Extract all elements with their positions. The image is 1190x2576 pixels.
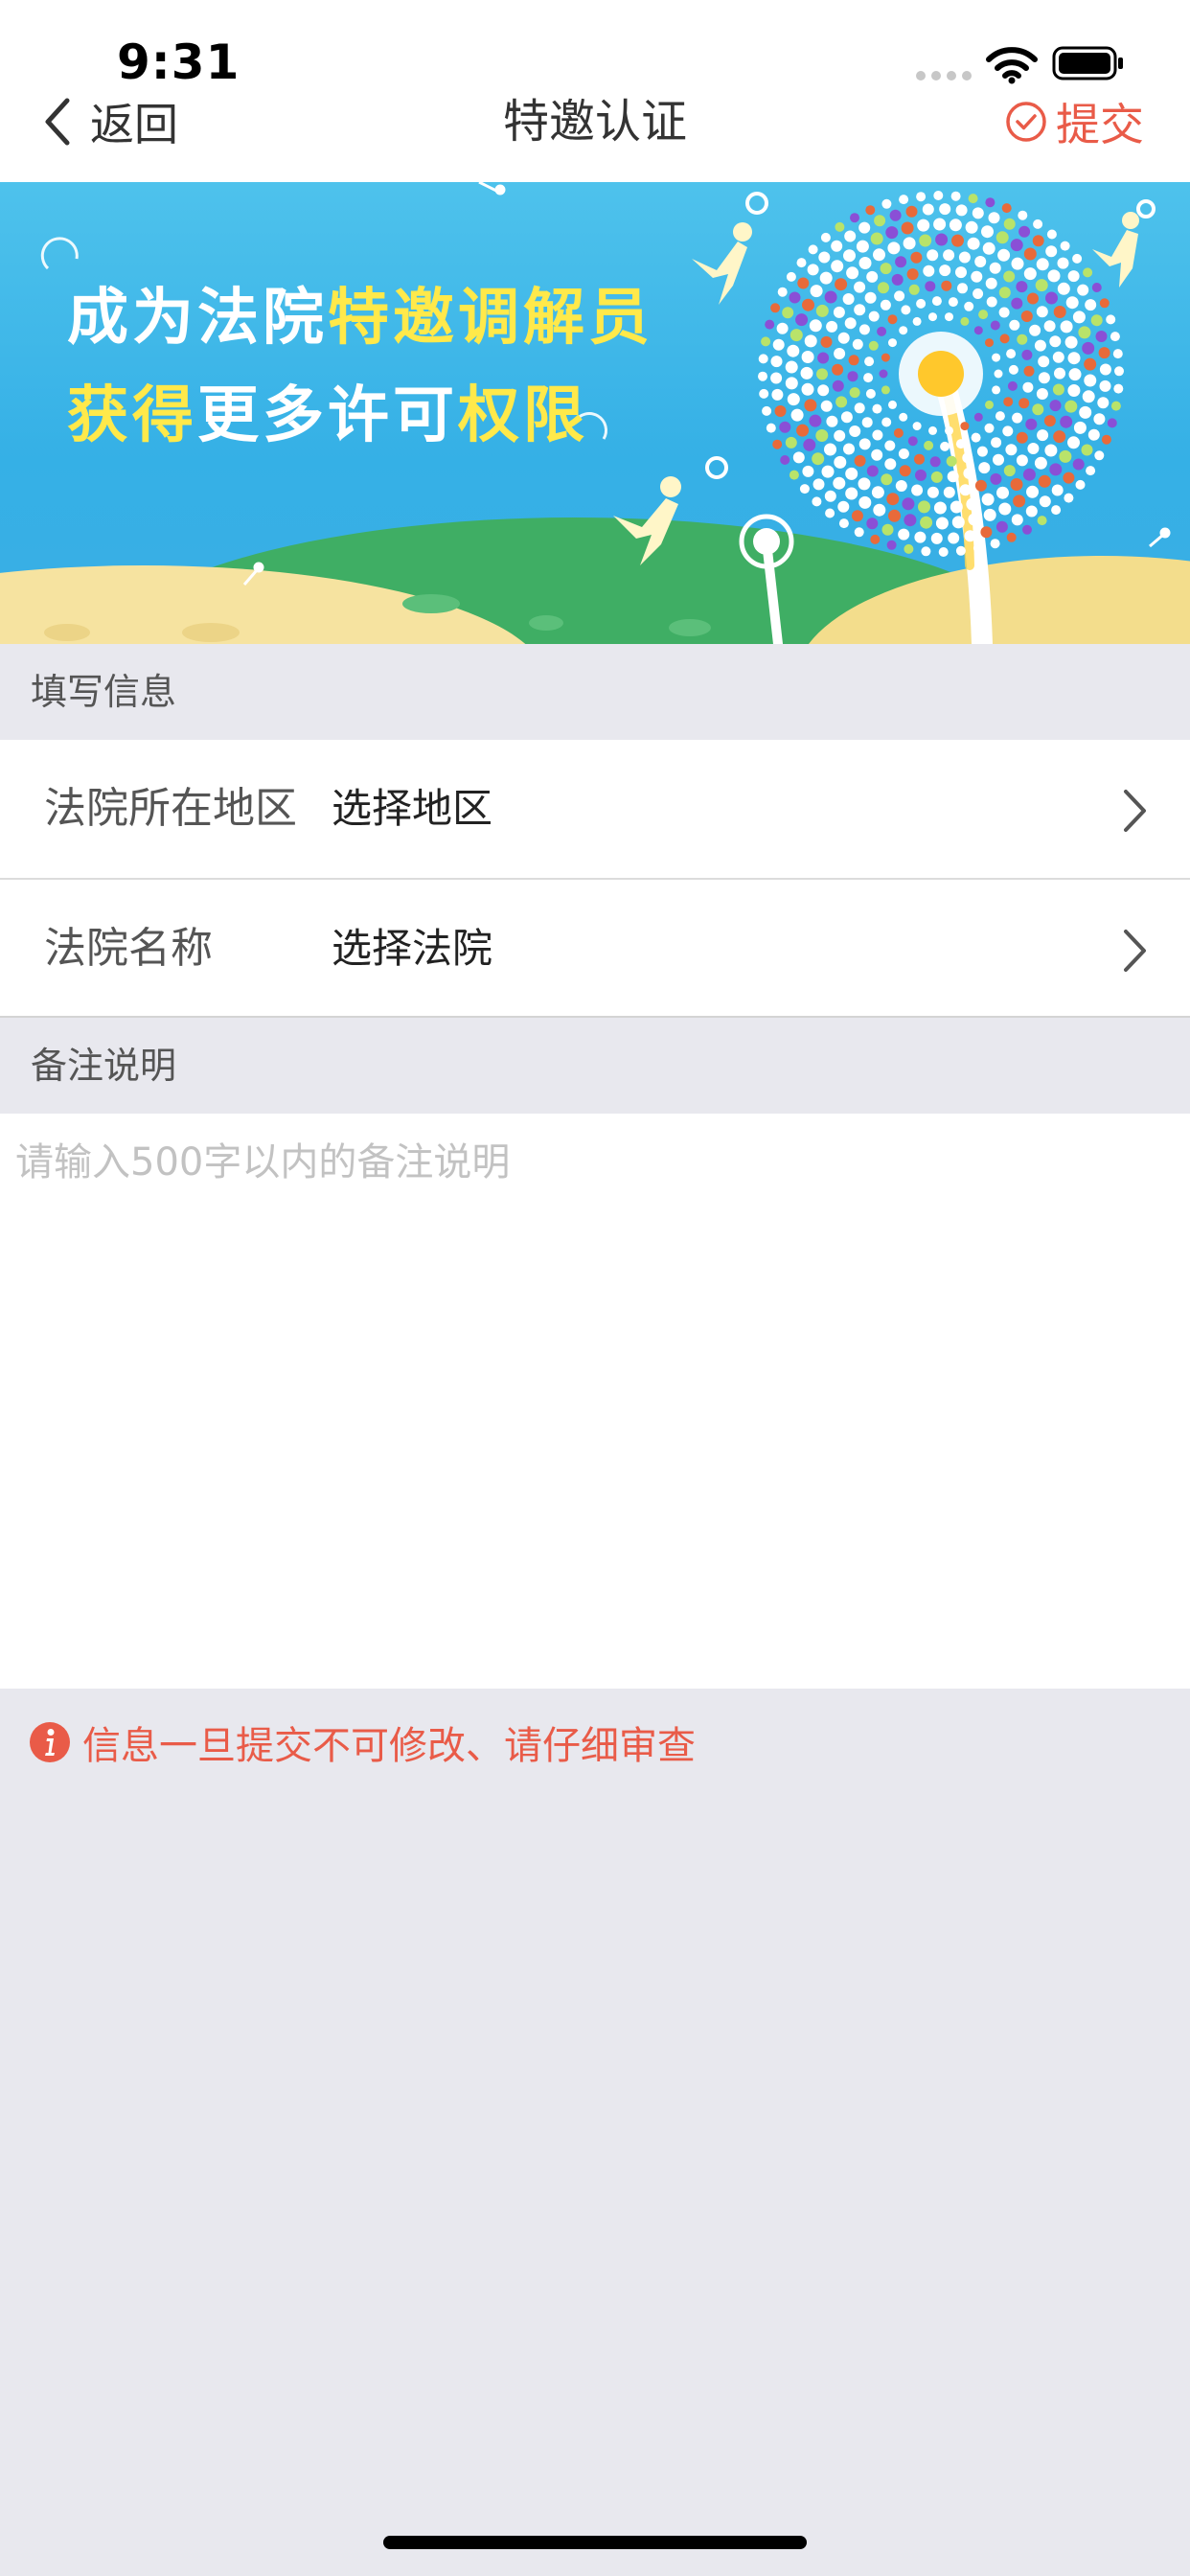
region-value: 选择地区 xyxy=(332,785,493,832)
remark-section-title: 备注说明 xyxy=(31,1045,177,1087)
court-label: 法院名称 xyxy=(44,924,213,973)
chevron-right-icon xyxy=(1124,930,1146,972)
wifi-icon xyxy=(986,47,1038,84)
region-label: 法院所在地区 xyxy=(44,784,297,833)
remark-section-header: 备注说明 xyxy=(0,1018,1190,1114)
back-button[interactable]: 返回 xyxy=(38,88,178,155)
banner-headline-2: 获得更多许可权限 xyxy=(67,366,588,454)
warning-notice: 信息一旦提交不可修改、请仔细审查 xyxy=(29,1715,696,1769)
chevron-left-icon xyxy=(45,98,70,146)
chevron-right-icon xyxy=(1124,790,1146,832)
form-section-header: 填写信息 xyxy=(0,644,1190,740)
submit-label: 提交 xyxy=(1056,99,1144,150)
info-circle-icon xyxy=(30,1722,70,1762)
banner-headline-1: 成为法院特邀调解员 xyxy=(67,268,653,356)
banner-text-become: 成为法院 xyxy=(67,283,328,354)
back-label: 返回 xyxy=(90,99,178,150)
banner-text-mediator: 特邀调解员 xyxy=(328,283,653,354)
banner-text-more: 更多许可 xyxy=(197,380,458,451)
check-circle-icon xyxy=(1006,102,1046,142)
banner-text-permission: 权限 xyxy=(458,380,588,451)
top-bar: 9:31 返回 特邀认证 提交 xyxy=(0,0,1190,182)
court-select-row[interactable]: 法院名称 选择法院 xyxy=(0,880,1190,1018)
remark-area xyxy=(0,1114,1190,1689)
banner-text-get: 获得 xyxy=(67,380,197,451)
home-indicator[interactable] xyxy=(383,2536,807,2549)
submit-button[interactable]: 提交 xyxy=(1004,88,1144,155)
remark-textarea[interactable] xyxy=(0,1114,1190,1689)
warning-text: 信息一旦提交不可修改、请仔细审查 xyxy=(82,1724,696,1768)
cellular-signal-icon xyxy=(916,71,972,80)
form-section-title: 填写信息 xyxy=(31,671,177,713)
region-select-row[interactable]: 法院所在地区 选择地区 xyxy=(0,740,1190,880)
status-time: 9:31 xyxy=(117,34,240,90)
promo-banner: 成为法院特邀调解员 获得更多许可权限 xyxy=(0,182,1190,644)
court-value: 选择法院 xyxy=(332,925,493,972)
battery-icon xyxy=(1052,46,1123,80)
